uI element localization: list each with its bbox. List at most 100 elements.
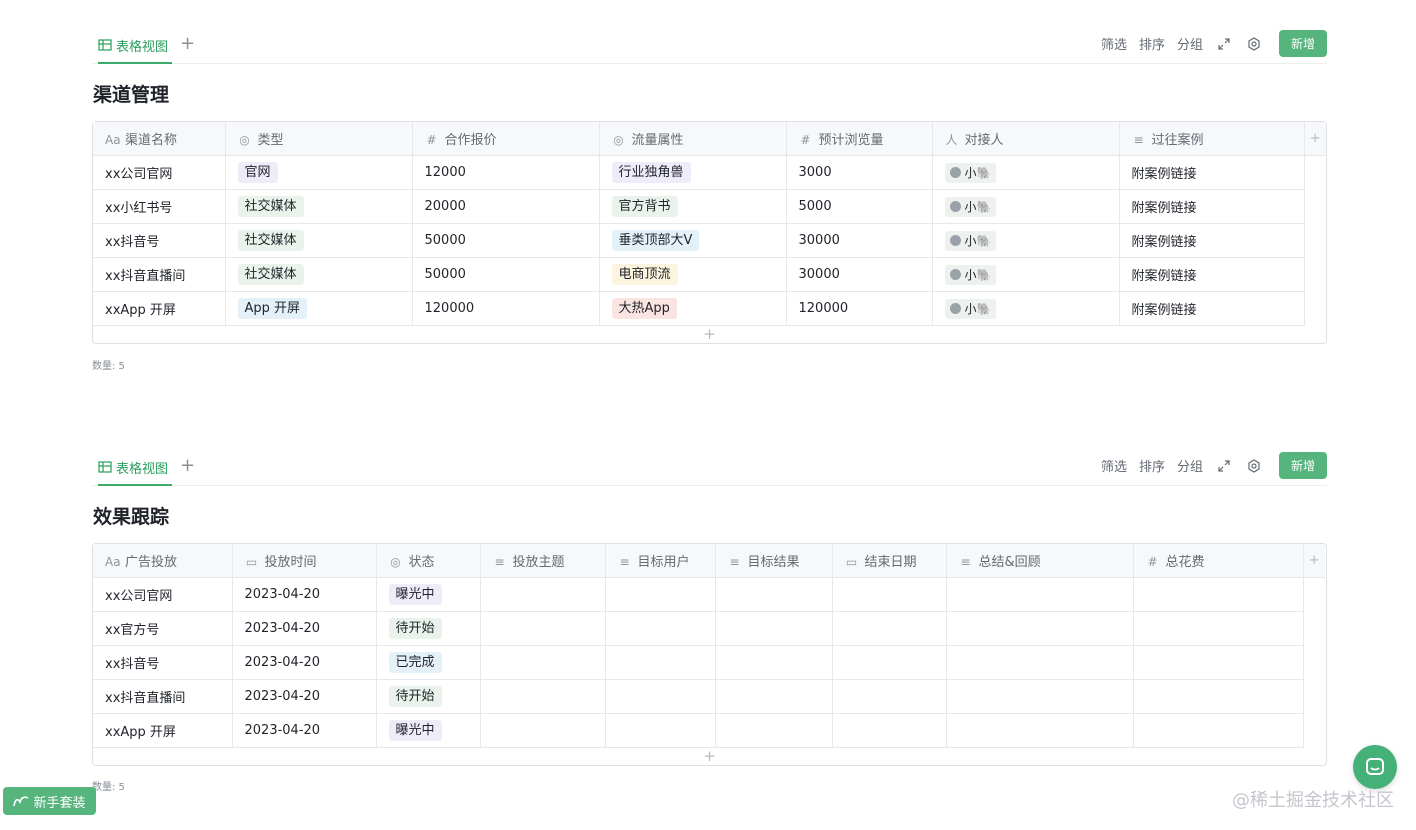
traffic-tag: 官方背书 [611,196,678,217]
select-field-icon: ◎ [239,133,250,147]
col-header-target-users[interactable]: ≡ 目标用户 [605,544,716,578]
contact-chip[interactable]: 小🐘 [944,230,997,251]
text-field-icon: Aa [105,133,121,147]
add-row-button[interactable]: + [93,748,1326,765]
contact-chip[interactable]: 小🐘 [944,196,997,217]
view-toolbar: 表格视图 + 筛选 排序 分组 新增 [92,450,1327,486]
contact-chip[interactable]: 小🐘 [944,264,997,285]
type-tag: 社交媒体 [237,196,304,217]
col-header-type[interactable]: ◎ 类型 [225,122,413,156]
expand-icon[interactable] [1215,457,1233,475]
text-lines-icon: ≡ [729,555,740,569]
text-lines-icon: ≡ [960,555,971,569]
col-header-views[interactable]: # 预计浏览量 [786,122,933,156]
text-field-icon: Aa [105,555,121,569]
col-header-case[interactable]: ≡ 过往案例 [1119,122,1305,156]
page-title: 效果跟踪 [93,506,170,528]
filter-button[interactable]: 筛选 [1101,456,1127,475]
type-tag: 官网 [237,162,278,183]
traffic-tag: 行业独角兽 [611,162,691,183]
filter-button[interactable]: 筛选 [1101,34,1127,53]
text-lines-icon: ≡ [494,555,505,569]
person-field-icon: 人 [945,133,958,147]
view-toolbar: 表格视图 + 筛选 排序 分组 新增 [92,28,1327,64]
traffic-tag: 垂类顶部大V [611,230,700,251]
tab-table-view[interactable]: 表格视图 [98,28,173,64]
status-badge: 已完成 [388,652,442,673]
avatar [949,269,961,280]
col-header-channel-name[interactable]: Aa 渠道名称 [93,122,226,156]
traffic-tag: 大热App [611,298,677,319]
calendar-icon: ▭ [245,555,258,569]
table-row[interactable]: xx公司官网 2023-04-20 曝光中 [93,577,1325,748]
col-header-total-cost[interactable]: # 总花费 [1133,544,1304,578]
channel-table: Aa 渠道名称 ◎ 类型 # 合作报价 ◎ 流量属性 # 预计浏览量 人对接人 ≡ 过往案例… [93,122,1326,326]
table-row[interactable]: xx抖音直播间 2023-04-20 待开始 [93,679,1325,714]
contact-chip[interactable]: 小🐘 [944,162,997,183]
table-row[interactable]: xx官方号 2023-04-20 待开始 [93,611,1325,646]
status-badge: 曝光中 [388,720,442,741]
table-row[interactable]: xx公司官网 官网 12000 行业独角兽 3000 小🐘 附案例链接 [93,155,1326,326]
channel-management-section: 表格视图 + 筛选 排序 分组 新增 渠道管理 Aa 渠道名称 ◎ 类型 # 合作报价 [92,28,1327,372]
settings-icon[interactable] [1245,457,1263,475]
number-field-icon: # [426,133,437,147]
add-column-button[interactable]: + [1304,122,1326,156]
col-header-end-date[interactable]: ▭ 结束日期 [832,544,947,578]
col-header-summary[interactable]: ≡ 总结&回顾 [946,544,1134,578]
avatar [949,167,961,178]
table-row[interactable]: xx抖音直播间 社交媒体 50000 电商顶流 30000 小🐘 附案例链接 [93,257,1326,292]
tracking-table: Aa 广告投放 ▭ 投放时间 ◎ 状态 ≡ 投放主题 ≡ 目标用户 ≡ 目标结果 ▭ 结束日期… [93,544,1325,748]
tab-table-view[interactable]: 表格视图 [98,450,173,486]
table-body: xx公司官网 2023-04-20 曝光中 xx官方号 2023-04-20 待… [93,577,1325,748]
expand-icon[interactable] [1215,35,1233,53]
text-lines-icon: ≡ [619,555,630,569]
col-header-contact[interactable]: 人对接人 [932,122,1120,156]
table-row[interactable]: xx抖音号 社交媒体 50000 垂类顶部大V 30000 小🐘 附案例链接 [93,223,1326,258]
col-header-price[interactable]: # 合作报价 [412,122,600,156]
record-count: 数量: 5 [92,361,125,372]
avatar [949,303,961,314]
select-field-icon: ◎ [390,555,401,569]
status-badge: 待开始 [388,686,442,707]
group-button[interactable]: 分组 [1177,456,1203,475]
sort-button[interactable]: 排序 [1139,34,1165,53]
col-header-target-result[interactable]: ≡ 目标结果 [715,544,833,578]
add-view-button[interactable]: + [180,456,195,476]
record-count: 数量: 5 [92,782,125,793]
add-view-button[interactable]: + [180,34,195,54]
add-row-button[interactable]: + [93,326,1326,343]
sprout-icon [13,796,29,807]
table-row[interactable]: xx小红书号 社交媒体 20000 官方背书 5000 小🐘 附案例链接 [93,189,1326,224]
col-header-status[interactable]: ◎ 状态 [376,544,481,578]
status-badge: 待开始 [388,618,442,639]
chat-icon[interactable] [1353,745,1397,789]
calendar-icon: ▭ [845,555,858,569]
sort-button[interactable]: 排序 [1139,456,1165,475]
new-record-button[interactable]: 新增 [1279,452,1327,479]
table-body: xx公司官网 官网 12000 行业独角兽 3000 小🐘 附案例链接 xx小红… [93,155,1326,326]
table-row[interactable]: xx抖音号 2023-04-20 已完成 [93,645,1325,680]
group-button[interactable]: 分组 [1177,34,1203,53]
table-row[interactable]: xxApp 开屏 2023-04-20 曝光中 [93,713,1325,748]
col-header-ad-placement[interactable]: Aa 广告投放 [93,544,233,578]
tab-label: 表格视图 [116,39,169,55]
status-badge: 曝光中 [388,584,442,605]
add-column-button[interactable]: + [1303,544,1325,578]
contact-chip[interactable]: 小🐘 [944,298,997,319]
settings-icon[interactable] [1245,35,1263,53]
col-header-traffic[interactable]: ◎ 流量属性 [599,122,787,156]
col-header-theme[interactable]: ≡ 投放主题 [480,544,606,578]
type-tag: 社交媒体 [237,230,304,251]
type-tag: 社交媒体 [237,264,304,285]
type-tag: App 开屏 [237,298,308,319]
col-header-start-date[interactable]: ▭ 投放时间 [232,544,377,578]
page-title: 渠道管理 [93,84,170,106]
number-field-icon: # [1147,555,1158,569]
table-icon [98,39,112,51]
starter-kit-button[interactable]: 新手套装 [3,787,96,815]
select-field-icon: ◎ [613,133,624,147]
table-row[interactable]: xxApp 开屏 App 开屏 120000 大热App 120000 小🐘 附… [93,291,1326,326]
data-grid: Aa 广告投放 ▭ 投放时间 ◎ 状态 ≡ 投放主题 ≡ 目标用户 ≡ 目标结果 ▭ 结束日期… [92,543,1327,766]
new-record-button[interactable]: 新增 [1279,30,1327,57]
watermark: @稀土掘金技术社区 [1232,790,1394,811]
